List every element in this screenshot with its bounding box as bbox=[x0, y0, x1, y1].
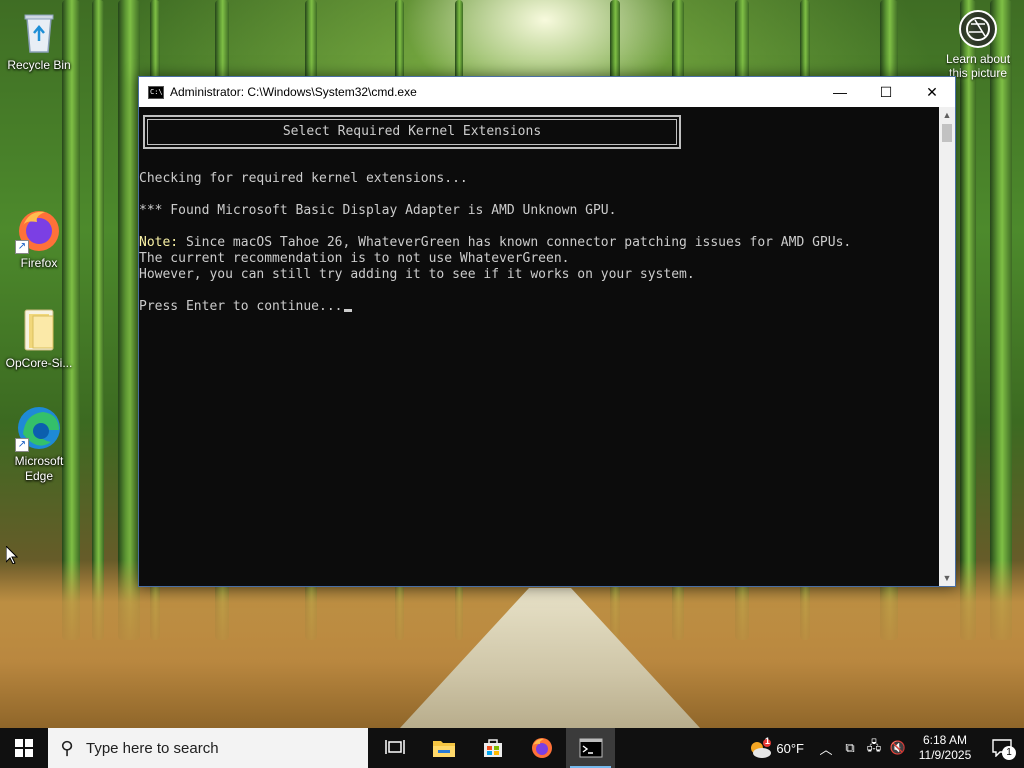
cmd-icon bbox=[579, 738, 602, 758]
desktop-icon-firefox[interactable]: ↗ Firefox bbox=[1, 206, 77, 271]
desktop-icon-opcore[interactable]: OpCore-Si... bbox=[1, 306, 77, 371]
shortcut-arrow-icon: ↗ bbox=[15, 240, 29, 254]
scroll-thumb[interactable] bbox=[942, 124, 952, 142]
console-line: The current recommendation is to not use… bbox=[139, 251, 570, 266]
maximize-button[interactable]: ☐ bbox=[863, 77, 909, 107]
taskbar-file-explorer[interactable] bbox=[419, 728, 468, 768]
windows-logo-icon bbox=[15, 739, 33, 757]
folder-icon bbox=[15, 306, 63, 354]
clock-date: 11/9/2025 bbox=[918, 748, 972, 762]
recycle-bin-icon bbox=[15, 8, 63, 56]
desktop-icon-label: Firefox bbox=[20, 256, 58, 270]
console-line: Checking for required kernel extensions.… bbox=[139, 171, 468, 186]
firefox-icon bbox=[531, 738, 552, 758]
vertical-scrollbar[interactable]: ▲ ▼ bbox=[939, 107, 955, 586]
taskbar-microsoft-store[interactable] bbox=[468, 728, 517, 768]
learn-label-line1: Learn about bbox=[945, 52, 1011, 66]
meet-now-icon[interactable]: ⧉ bbox=[838, 740, 862, 756]
scroll-down-icon[interactable]: ▼ bbox=[939, 570, 955, 586]
console-banner: Select Required Kernel Extensions bbox=[142, 114, 682, 150]
file-explorer-icon bbox=[432, 741, 455, 757]
taskbar-search-box[interactable]: ⚲ Type here to search bbox=[48, 728, 368, 768]
desktop-icon-label: Microsoft Edge bbox=[14, 454, 64, 483]
console-line: However, you can still try adding it to … bbox=[139, 267, 695, 282]
task-view-button[interactable] bbox=[370, 728, 419, 768]
volume-muted-icon[interactable]: 🔇 bbox=[886, 740, 910, 756]
desktop-icon-recycle-bin[interactable]: Recycle Bin bbox=[1, 8, 77, 73]
learn-about-picture[interactable]: Learn about this picture bbox=[938, 10, 1018, 80]
close-button[interactable]: ✕ bbox=[909, 77, 955, 107]
mouse-pointer-icon bbox=[6, 546, 18, 564]
taskbar: ⚲ Type here to search 1 60°F ︿ ⧉ 🖧 🔇 6:1… bbox=[0, 728, 1024, 768]
note-text: Since macOS Tahoe 26, WhateverGreen has … bbox=[178, 235, 852, 250]
camera-icon bbox=[959, 10, 997, 48]
system-tray: 1 60°F ︿ ⧉ 🖧 🔇 6:18 AM 11/9/2025 1 bbox=[738, 728, 1024, 768]
weather-badge: 1 bbox=[764, 736, 770, 746]
chevron-up-icon[interactable]: ︿ bbox=[814, 739, 838, 758]
task-view-icon bbox=[384, 740, 405, 754]
console-line: *** Found Microsoft Basic Display Adapte… bbox=[139, 203, 617, 218]
window-titlebar[interactable]: C:\ Administrator: C:\Windows\System32\c… bbox=[139, 77, 955, 107]
start-button[interactable] bbox=[0, 728, 48, 768]
clock-time: 6:18 AM bbox=[922, 733, 968, 747]
taskbar-clock[interactable]: 6:18 AM 11/9/2025 bbox=[910, 733, 980, 763]
console-output[interactable]: Select Required Kernel Extensions Checki… bbox=[139, 107, 939, 586]
edge-icon: ↗ bbox=[15, 404, 63, 452]
text-cursor bbox=[343, 309, 352, 312]
taskbar-firefox[interactable] bbox=[517, 728, 566, 768]
window-title: Administrator: C:\Windows\System32\cmd.e… bbox=[170, 85, 417, 99]
action-center-button[interactable]: 1 bbox=[980, 728, 1024, 768]
cmd-window[interactable]: C:\ Administrator: C:\Windows\System32\c… bbox=[138, 76, 956, 587]
cmd-app-icon: C:\ bbox=[148, 85, 164, 99]
desktop-icon-label: Recycle Bin bbox=[7, 58, 71, 72]
minimize-button[interactable]: — bbox=[817, 77, 863, 107]
taskbar-cmd[interactable] bbox=[566, 728, 615, 768]
search-placeholder: Type here to search bbox=[86, 739, 219, 757]
console-prompt: Press Enter to continue... bbox=[139, 299, 352, 315]
firefox-icon: ↗ bbox=[15, 206, 63, 254]
scroll-up-icon[interactable]: ▲ bbox=[939, 107, 955, 123]
store-icon bbox=[483, 739, 502, 757]
weather-temperature: 60°F bbox=[776, 740, 804, 756]
search-icon: ⚲ bbox=[60, 737, 74, 758]
notification-count: 1 bbox=[1002, 746, 1016, 760]
weather-partly-sunny-icon: 1 bbox=[748, 736, 772, 758]
shortcut-arrow-icon: ↗ bbox=[15, 438, 29, 452]
desktop-icon-label: OpCore-Si... bbox=[5, 356, 73, 370]
network-icon[interactable]: 🖧 bbox=[862, 737, 886, 759]
prompt-text: Press Enter to continue... bbox=[139, 299, 343, 314]
console-line-note: Note: Since macOS Tahoe 26, WhateverGree… bbox=[139, 235, 851, 251]
desktop-icon-edge[interactable]: ↗ Microsoft Edge bbox=[1, 404, 77, 484]
weather-widget[interactable]: 1 60°F bbox=[738, 736, 814, 758]
note-prefix: Note: bbox=[139, 235, 179, 250]
